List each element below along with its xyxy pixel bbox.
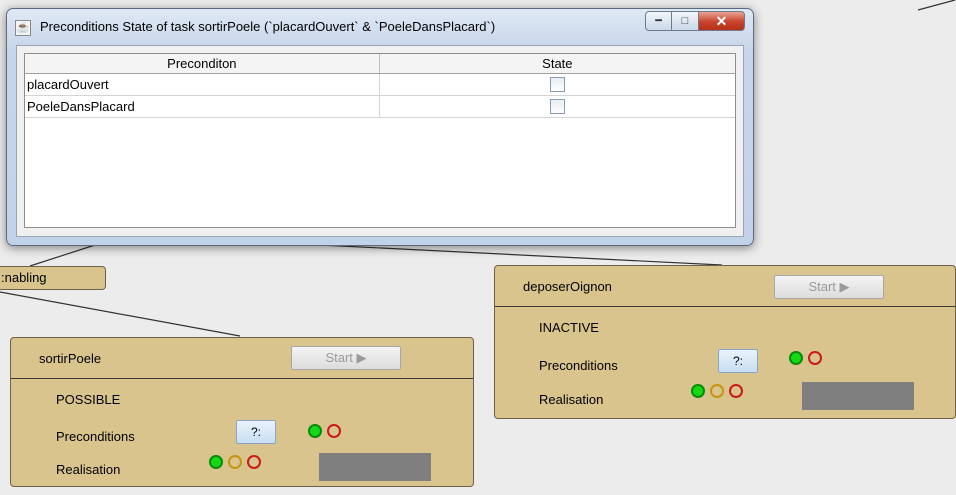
task-name: deposerOignon (523, 279, 612, 294)
enabling-operator[interactable]: :nabling (0, 266, 106, 290)
realisation-progress-bar (802, 382, 914, 410)
preconditions-label: Preconditions (56, 429, 135, 444)
precondition-fail-indicator (327, 424, 341, 438)
state-checkbox[interactable] (549, 99, 565, 114)
maximize-button[interactable]: □ (672, 11, 699, 31)
state-cell (380, 74, 735, 95)
column-header-precondition[interactable]: Preconditon (25, 54, 380, 73)
dialog-titlebar[interactable]: ☕ Preconditions State of task sortirPoel… (7, 9, 753, 43)
preconditions-query-button[interactable]: ?: (718, 349, 758, 373)
realisation-progress-bar (319, 453, 431, 481)
table-row[interactable]: placardOuvert (25, 74, 735, 96)
realisation-orange-indicator (710, 384, 724, 398)
column-header-state[interactable]: State (380, 54, 735, 73)
preconditions-query-button[interactable]: ?: (236, 420, 276, 444)
realisation-label: Realisation (539, 392, 604, 407)
precondition-fail-indicator (808, 351, 822, 365)
realisation-label: Realisation (56, 462, 121, 477)
realisation-red-indicator (247, 455, 261, 469)
precondition-cell[interactable]: PoeleDansPlacard (25, 96, 380, 117)
realisation-orange-indicator (228, 455, 242, 469)
state-cell (380, 96, 735, 117)
minimize-button[interactable]: ━ (645, 11, 672, 31)
task-state: POSSIBLE (56, 392, 121, 407)
close-icon: ✕ (715, 13, 728, 29)
dialog-content: Preconditon State placardOuvert PoeleDan… (16, 45, 744, 237)
table-row[interactable]: PoeleDansPlacard (25, 96, 735, 118)
task-panel-deposerOignon: deposerOignon Start ▶ INACTIVE Precondit… (494, 265, 956, 419)
state-checkbox[interactable] (549, 77, 565, 92)
task-header: sortirPoele Start ▶ (11, 338, 473, 379)
preconditions-label: Preconditions (539, 358, 618, 373)
minimize-icon: ━ (655, 15, 662, 27)
connector-line (299, 243, 723, 266)
close-button[interactable]: ✕ (699, 11, 745, 31)
preconditions-table: Preconditon State placardOuvert PoeleDan… (24, 53, 736, 228)
dialog-title: Preconditions State of task sortirPoele … (40, 19, 496, 34)
task-header: deposerOignon Start ▶ (495, 266, 955, 307)
precondition-ok-indicator (308, 424, 322, 438)
precondition-ok-indicator (789, 351, 803, 365)
realisation-green-indicator (209, 455, 223, 469)
realisation-red-indicator (729, 384, 743, 398)
preconditions-dialog: ☕ Preconditions State of task sortirPoel… (6, 8, 754, 246)
start-button[interactable]: Start ▶ (291, 346, 401, 370)
task-name: sortirPoele (39, 351, 102, 366)
connector-line (0, 291, 241, 337)
table-header: Preconditon State (25, 54, 735, 74)
connector-line (29, 244, 96, 267)
connector-line (917, 0, 956, 11)
start-button[interactable]: Start ▶ (774, 275, 884, 299)
task-state: INACTIVE (539, 320, 599, 335)
java-cup-icon: ☕ (15, 20, 31, 36)
window-controls: ━ □ ✕ (645, 11, 745, 31)
realisation-green-indicator (691, 384, 705, 398)
precondition-cell[interactable]: placardOuvert (25, 74, 380, 95)
maximize-icon: □ (681, 15, 689, 27)
task-panel-sortirPoele: sortirPoele Start ▶ POSSIBLE Preconditio… (10, 337, 474, 487)
